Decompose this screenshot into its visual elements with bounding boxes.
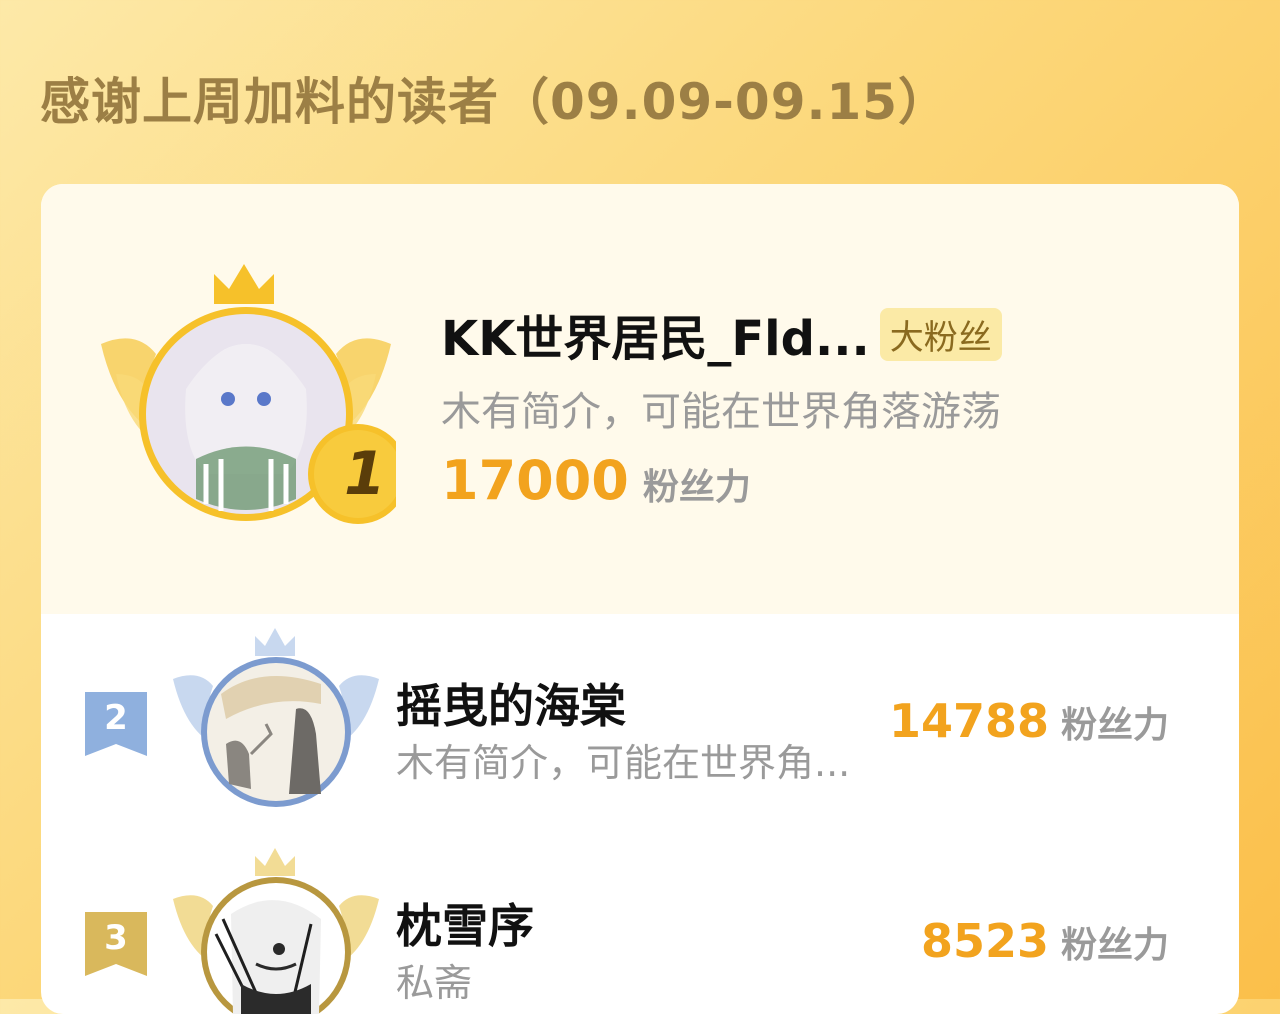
rank3-ribbon: 3 xyxy=(85,912,147,976)
reader-name[interactable]: KK世界居民_Fld... xyxy=(441,299,870,369)
rank1-avatar-group[interactable]: 1 xyxy=(96,259,408,529)
fan-power-score: 17000 xyxy=(441,449,629,512)
rank3-avatar-group[interactable] xyxy=(171,844,381,1014)
reader-name[interactable]: 摇曳的海棠 xyxy=(396,670,626,736)
wings-crown-icon xyxy=(173,628,379,807)
leaderboard-panel: 1 KK世界居民_Fld... 大粉丝 木有简介，可能在世界角落游荡 17000… xyxy=(41,184,1239,1014)
rank-number: 2 xyxy=(104,698,128,738)
rank2-avatar-group[interactable] xyxy=(171,624,381,814)
fan-power-label: 粉丝力 xyxy=(1060,925,1169,966)
reader-bio: 木有简介，可能在世界角落游荡 xyxy=(441,389,1001,435)
reader-bio: 木有简介，可能在世界角... xyxy=(396,741,851,785)
fan-level-badge: 大粉丝 xyxy=(879,307,1002,361)
fan-power-score: 8523 xyxy=(920,914,1049,968)
page-title: 感谢上周加料的读者（09.09-09.15） xyxy=(40,73,950,131)
fan-power-label: 粉丝力 xyxy=(1060,705,1169,746)
wings-crown-icon xyxy=(173,848,379,1014)
reader-name[interactable]: 枕雪序 xyxy=(396,890,534,956)
rank2-ribbon: 2 xyxy=(85,692,147,756)
fan-power-score: 14788 xyxy=(888,694,1049,748)
rank-number: 3 xyxy=(104,918,128,958)
rank-number: 1 xyxy=(344,439,386,509)
fan-power-label: 粉丝力 xyxy=(642,467,751,508)
